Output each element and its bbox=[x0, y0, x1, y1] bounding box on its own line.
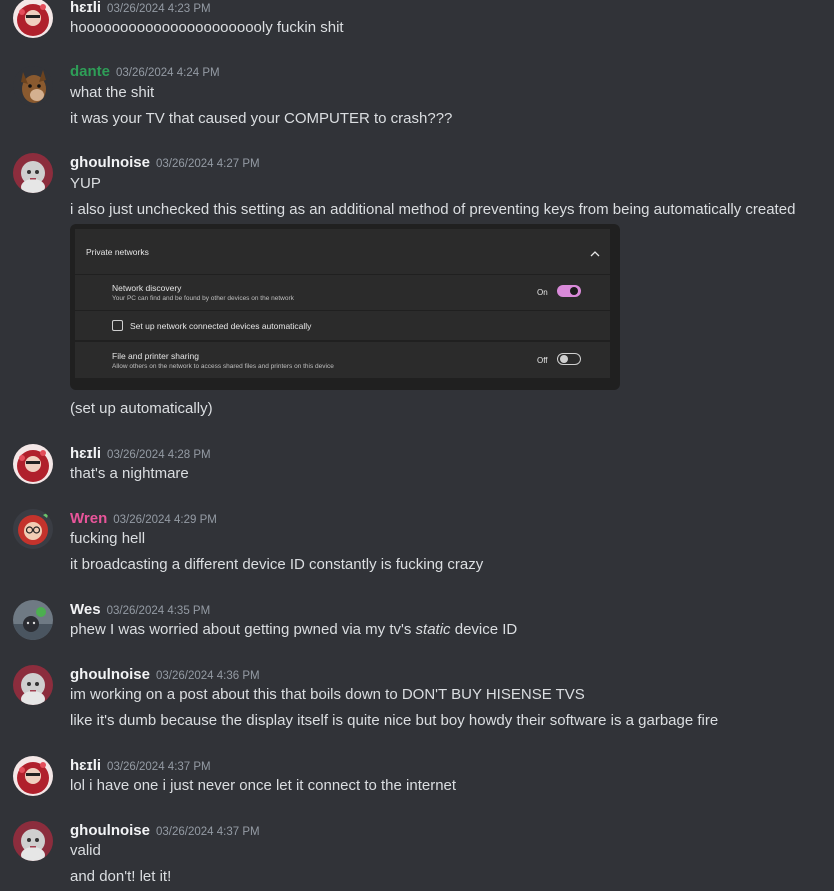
message-text: it broadcasting a different device ID co… bbox=[70, 556, 484, 573]
message-text: im working on a post about this that boi… bbox=[70, 686, 585, 703]
avatar[interactable] bbox=[13, 153, 53, 193]
avatar[interactable] bbox=[13, 0, 53, 38]
username[interactable]: hɛɪli bbox=[70, 0, 101, 16]
username[interactable]: dante bbox=[70, 63, 110, 80]
timestamp: 03/26/2024 4:27 PM bbox=[156, 158, 260, 170]
timestamp: 03/26/2024 4:37 PM bbox=[156, 826, 260, 838]
text-run: device ID bbox=[450, 621, 518, 638]
section-title: Private networks bbox=[86, 247, 149, 257]
username[interactable]: Wren bbox=[70, 510, 107, 527]
username[interactable]: Wes bbox=[70, 601, 101, 618]
avatar[interactable] bbox=[13, 66, 53, 106]
setting-description: Allow others on the network to access sh… bbox=[112, 363, 334, 370]
message-text: phew I was worried about getting pwned v… bbox=[70, 620, 517, 640]
setting-title: Network discovery bbox=[112, 283, 182, 293]
message-text: hooooooooooooooooooooooly fuckin shit bbox=[70, 19, 344, 36]
auto-setup-checkbox[interactable] bbox=[112, 320, 123, 331]
toggle-state: Off bbox=[537, 356, 548, 365]
username[interactable]: hɛɪli bbox=[70, 445, 101, 462]
message-text: what the shit bbox=[70, 84, 155, 101]
username[interactable]: ghoulnoise bbox=[70, 154, 150, 171]
emphasis-text: static bbox=[415, 621, 451, 638]
message-text: fucking hell bbox=[70, 530, 146, 547]
checkbox-label: Set up network connected devices automat… bbox=[130, 321, 312, 331]
chevron-up-icon bbox=[590, 245, 600, 263]
toggle-state: On bbox=[537, 288, 548, 297]
message-text: lol i have one i just never once let it … bbox=[70, 777, 457, 794]
toggle-knob bbox=[560, 355, 568, 363]
message-text: (set up automatically) bbox=[70, 400, 213, 417]
username[interactable]: ghoulnoise bbox=[70, 666, 150, 683]
file-sharing-toggle[interactable] bbox=[557, 353, 581, 365]
timestamp: 03/26/2024 4:36 PM bbox=[156, 670, 260, 682]
avatar[interactable] bbox=[13, 821, 53, 861]
avatar[interactable] bbox=[13, 756, 53, 796]
timestamp: 03/26/2024 4:37 PM bbox=[107, 761, 211, 773]
timestamp: 03/26/2024 4:35 PM bbox=[106, 605, 211, 617]
text-run: phew I was worried about getting pwned v… bbox=[70, 621, 416, 638]
setting-row-auto-setup: Set up network connected devices automat… bbox=[75, 311, 610, 340]
setting-description: Your PC can find and be found by other d… bbox=[112, 295, 294, 302]
timestamp: 03/26/2024 4:23 PM bbox=[107, 3, 211, 15]
timestamp: 03/26/2024 4:28 PM bbox=[107, 449, 211, 461]
setting-title: File and printer sharing bbox=[112, 351, 199, 361]
setting-row-file-sharing: File and printer sharing Allow others on… bbox=[75, 342, 610, 378]
setting-row-network-discovery: Network discovery Your PC can find and b… bbox=[75, 275, 610, 310]
network-discovery-toggle[interactable] bbox=[557, 285, 581, 297]
attachment-image[interactable]: Private networks Network discovery Your … bbox=[70, 224, 620, 390]
message-text: it was your TV that caused your COMPUTER… bbox=[70, 110, 453, 127]
timestamp: 03/26/2024 4:29 PM bbox=[113, 514, 217, 526]
message-text: valid bbox=[70, 842, 101, 859]
avatar[interactable] bbox=[13, 665, 53, 705]
username[interactable]: ghoulnoise bbox=[70, 822, 150, 839]
toggle-knob bbox=[570, 287, 578, 295]
message-text: that's a nightmare bbox=[70, 465, 189, 482]
message-text: YUP bbox=[70, 175, 101, 192]
message-text: and don't! let it! bbox=[70, 868, 172, 885]
avatar[interactable] bbox=[13, 509, 53, 549]
message-text: i also just unchecked this setting as an… bbox=[70, 201, 796, 218]
message-text: like it's dumb because the display itsel… bbox=[70, 712, 719, 729]
avatar[interactable] bbox=[13, 444, 53, 484]
avatar[interactable] bbox=[13, 600, 53, 640]
username[interactable]: hɛɪli bbox=[70, 757, 101, 774]
timestamp: 03/26/2024 4:24 PM bbox=[116, 67, 220, 79]
section-header: Private networks bbox=[75, 229, 610, 274]
